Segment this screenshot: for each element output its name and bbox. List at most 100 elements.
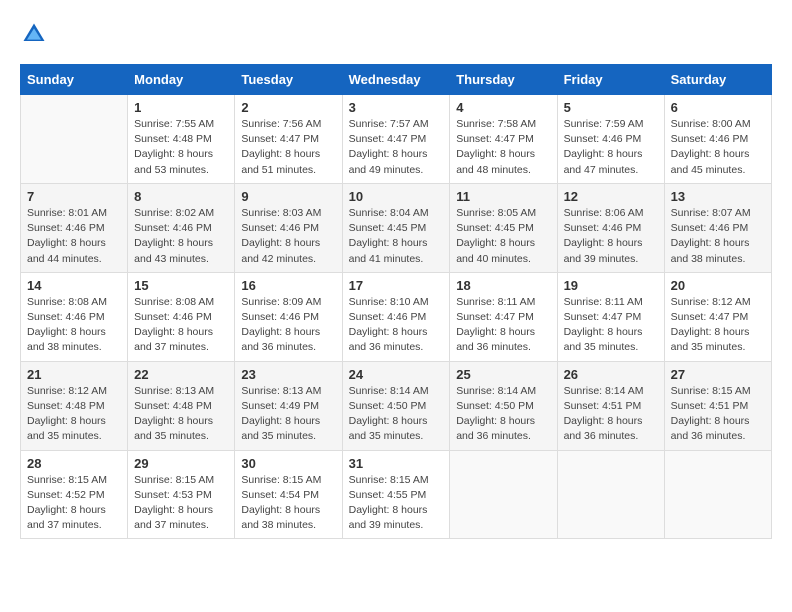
calendar-cell: 1Sunrise: 7:55 AM Sunset: 4:48 PM Daylig… [128, 95, 235, 184]
calendar-cell: 21Sunrise: 8:12 AM Sunset: 4:48 PM Dayli… [21, 361, 128, 450]
day-number: 18 [456, 278, 550, 293]
day-detail: Sunrise: 8:07 AM Sunset: 4:46 PM Dayligh… [671, 206, 765, 267]
calendar-cell: 23Sunrise: 8:13 AM Sunset: 4:49 PM Dayli… [235, 361, 342, 450]
calendar-cell [450, 450, 557, 539]
day-number: 22 [134, 367, 228, 382]
day-detail: Sunrise: 8:06 AM Sunset: 4:46 PM Dayligh… [564, 206, 658, 267]
calendar-cell: 31 Sunrise: 8:15 AM Sunset: 4:55 PM Dayli… [342, 450, 450, 539]
day-detail: Sunrise: 8:12 AM Sunset: 4:48 PM Dayligh… [27, 384, 121, 445]
calendar-cell: 28 Sunrise: 8:15 AM Sunset: 4:52 PM Dayli… [21, 450, 128, 539]
day-detail: Sunrise: 8:11 AM Sunset: 4:47 PM Dayligh… [456, 295, 550, 356]
day-number: 27 [671, 367, 765, 382]
day-number: 2 [241, 100, 335, 115]
calendar-cell: 20 Sunrise: 8:12 AM Sunset: 4:47 PM Dayli… [664, 272, 771, 361]
calendar-cell: 18 Sunrise: 8:11 AM Sunset: 4:47 PM Dayli… [450, 272, 557, 361]
calendar-cell: 16 Sunrise: 8:09 AM Sunset: 4:46 PM Dayli… [235, 272, 342, 361]
calendar-table: SundayMondayTuesdayWednesdayThursdayFrid… [20, 64, 772, 539]
day-number: 26 [564, 367, 658, 382]
day-detail: Sunrise: 7:59 AM Sunset: 4:46 PM Dayligh… [564, 117, 658, 178]
day-header-friday: Friday [557, 65, 664, 95]
day-number: 12 [564, 189, 658, 204]
day-detail: Sunrise: 8:15 AM Sunset: 4:55 PM Dayligh… [349, 473, 444, 534]
day-header-monday: Monday [128, 65, 235, 95]
day-number: 4 [456, 100, 550, 115]
calendar-cell: 6 Sunrise: 8:00 AM Sunset: 4:46 PM Daylig… [664, 95, 771, 184]
calendar-cell: 12 Sunrise: 8:06 AM Sunset: 4:46 PM Dayli… [557, 183, 664, 272]
day-header-wednesday: Wednesday [342, 65, 450, 95]
day-detail: Sunrise: 8:08 AM Sunset: 4:46 PM Dayligh… [27, 295, 121, 356]
day-number: 1 [134, 100, 228, 115]
calendar-cell: 3 Sunrise: 7:57 AM Sunset: 4:47 PM Daylig… [342, 95, 450, 184]
calendar-cell: 29 Sunrise: 8:15 AM Sunset: 4:53 PM Dayli… [128, 450, 235, 539]
calendar-cell [21, 95, 128, 184]
calendar-cell: 8Sunrise: 8:02 AM Sunset: 4:46 PM Daylig… [128, 183, 235, 272]
calendar-cell [664, 450, 771, 539]
day-number: 31 [349, 456, 444, 471]
day-detail: Sunrise: 8:05 AM Sunset: 4:45 PM Dayligh… [456, 206, 550, 267]
week-row-4: 21Sunrise: 8:12 AM Sunset: 4:48 PM Dayli… [21, 361, 772, 450]
day-number: 30 [241, 456, 335, 471]
day-detail: Sunrise: 8:02 AM Sunset: 4:46 PM Dayligh… [134, 206, 228, 267]
calendar-cell: 13 Sunrise: 8:07 AM Sunset: 4:46 PM Dayli… [664, 183, 771, 272]
logo [20, 20, 52, 48]
day-number: 19 [564, 278, 658, 293]
day-number: 16 [241, 278, 335, 293]
calendar-cell: 22 Sunrise: 8:13 AM Sunset: 4:48 PM Dayli… [128, 361, 235, 450]
calendar-cell: 25 Sunrise: 8:14 AM Sunset: 4:50 PM Dayli… [450, 361, 557, 450]
day-number: 9 [241, 189, 335, 204]
day-header-saturday: Saturday [664, 65, 771, 95]
day-detail: Sunrise: 8:10 AM Sunset: 4:46 PM Dayligh… [349, 295, 444, 356]
day-detail: Sunrise: 8:14 AM Sunset: 4:51 PM Dayligh… [564, 384, 658, 445]
week-row-1: 1Sunrise: 7:55 AM Sunset: 4:48 PM Daylig… [21, 95, 772, 184]
day-number: 15 [134, 278, 228, 293]
logo-icon [20, 20, 48, 48]
day-detail: Sunrise: 7:57 AM Sunset: 4:47 PM Dayligh… [349, 117, 444, 178]
day-number: 7 [27, 189, 121, 204]
day-number: 25 [456, 367, 550, 382]
day-detail: Sunrise: 8:14 AM Sunset: 4:50 PM Dayligh… [456, 384, 550, 445]
day-detail: Sunrise: 8:13 AM Sunset: 4:48 PM Dayligh… [134, 384, 228, 445]
day-number: 14 [27, 278, 121, 293]
day-detail: Sunrise: 8:03 AM Sunset: 4:46 PM Dayligh… [241, 206, 335, 267]
calendar-cell: 2 Sunrise: 7:56 AM Sunset: 4:47 PM Daylig… [235, 95, 342, 184]
day-number: 13 [671, 189, 765, 204]
day-number: 17 [349, 278, 444, 293]
day-detail: Sunrise: 8:00 AM Sunset: 4:46 PM Dayligh… [671, 117, 765, 178]
week-row-2: 7 Sunrise: 8:01 AM Sunset: 4:46 PM Daylig… [21, 183, 772, 272]
day-detail: Sunrise: 8:14 AM Sunset: 4:50 PM Dayligh… [349, 384, 444, 445]
day-number: 6 [671, 100, 765, 115]
day-detail: Sunrise: 8:15 AM Sunset: 4:52 PM Dayligh… [27, 473, 121, 534]
day-detail: Sunrise: 8:09 AM Sunset: 4:46 PM Dayligh… [241, 295, 335, 356]
day-detail: Sunrise: 8:12 AM Sunset: 4:47 PM Dayligh… [671, 295, 765, 356]
calendar-cell: 4 Sunrise: 7:58 AM Sunset: 4:47 PM Daylig… [450, 95, 557, 184]
day-detail: Sunrise: 8:15 AM Sunset: 4:53 PM Dayligh… [134, 473, 228, 534]
calendar-cell: 24Sunrise: 8:14 AM Sunset: 4:50 PM Dayli… [342, 361, 450, 450]
day-detail: Sunrise: 7:56 AM Sunset: 4:47 PM Dayligh… [241, 117, 335, 178]
calendar-cell: 7 Sunrise: 8:01 AM Sunset: 4:46 PM Daylig… [21, 183, 128, 272]
day-detail: Sunrise: 8:01 AM Sunset: 4:46 PM Dayligh… [27, 206, 121, 267]
day-detail: Sunrise: 7:58 AM Sunset: 4:47 PM Dayligh… [456, 117, 550, 178]
calendar-cell: 9 Sunrise: 8:03 AM Sunset: 4:46 PM Daylig… [235, 183, 342, 272]
day-detail: Sunrise: 8:04 AM Sunset: 4:45 PM Dayligh… [349, 206, 444, 267]
day-detail: Sunrise: 8:11 AM Sunset: 4:47 PM Dayligh… [564, 295, 658, 356]
day-number: 23 [241, 367, 335, 382]
calendar-cell: 19 Sunrise: 8:11 AM Sunset: 4:47 PM Dayli… [557, 272, 664, 361]
day-number: 20 [671, 278, 765, 293]
calendar-cell: 26 Sunrise: 8:14 AM Sunset: 4:51 PM Dayli… [557, 361, 664, 450]
calendar-header-row: SundayMondayTuesdayWednesdayThursdayFrid… [21, 65, 772, 95]
day-detail: Sunrise: 8:08 AM Sunset: 4:46 PM Dayligh… [134, 295, 228, 356]
calendar-cell: 27 Sunrise: 8:15 AM Sunset: 4:51 PM Dayli… [664, 361, 771, 450]
day-header-thursday: Thursday [450, 65, 557, 95]
week-row-5: 28 Sunrise: 8:15 AM Sunset: 4:52 PM Dayli… [21, 450, 772, 539]
page-header [20, 20, 772, 48]
day-header-sunday: Sunday [21, 65, 128, 95]
day-detail: Sunrise: 8:15 AM Sunset: 4:54 PM Dayligh… [241, 473, 335, 534]
calendar-cell: 11 Sunrise: 8:05 AM Sunset: 4:45 PM Dayli… [450, 183, 557, 272]
day-number: 3 [349, 100, 444, 115]
day-number: 29 [134, 456, 228, 471]
day-detail: Sunrise: 8:15 AM Sunset: 4:51 PM Dayligh… [671, 384, 765, 445]
day-number: 28 [27, 456, 121, 471]
day-number: 10 [349, 189, 444, 204]
day-number: 11 [456, 189, 550, 204]
week-row-3: 14 Sunrise: 8:08 AM Sunset: 4:46 PM Dayli… [21, 272, 772, 361]
